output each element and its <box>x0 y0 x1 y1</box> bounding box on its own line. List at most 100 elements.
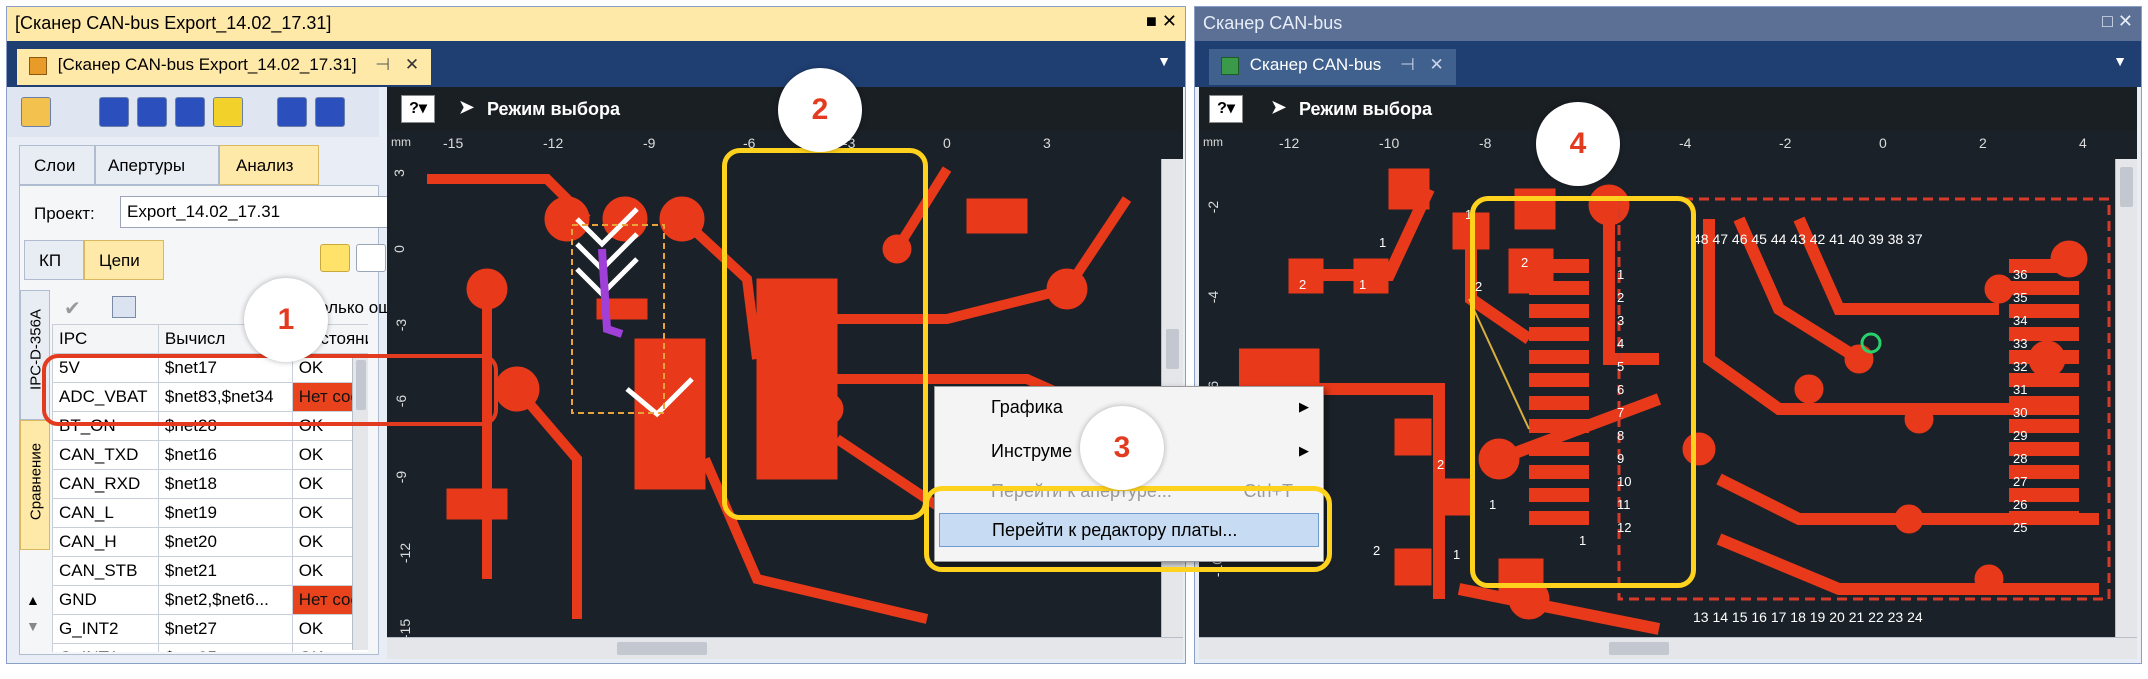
tab-layers[interactable]: Слои <box>19 145 95 185</box>
side-tab-compare[interactable]: Сравнение <box>20 420 50 550</box>
board-icon[interactable] <box>277 97 307 127</box>
pin-label: 32 <box>2013 359 2028 374</box>
table-row[interactable]: G_INT2 $net27 OK <box>52 614 368 644</box>
pcb-ic <box>634 338 706 490</box>
clear-filter-icon[interactable] <box>112 296 136 318</box>
cell-ipc: CAN_TXD <box>52 440 159 470</box>
cell-computed: $net2,$net6... <box>157 585 293 615</box>
cell-computed: $net21 <box>157 556 293 586</box>
annotation-badge-2: 2 <box>778 68 862 152</box>
tab-apertures[interactable]: Апертуры <box>95 145 219 185</box>
left-window-title-bar[interactable]: [Сканер CAN-bus Export_14.02_17.31] ■ ✕ <box>7 7 1185 41</box>
panel-tabs: Слои Апертуры Анализ <box>19 145 379 185</box>
pin-label: 28 <box>2013 451 2028 466</box>
close-tab-icon[interactable]: ✕ <box>1430 55 1444 74</box>
target-icon[interactable] <box>315 97 345 127</box>
annotation-ring-3 <box>924 486 1332 572</box>
pcb-pad-smd <box>446 488 508 520</box>
help-icon[interactable]: ?▾ <box>401 95 435 123</box>
submenu-arrow-icon: ▶ <box>1299 399 1309 414</box>
pin-label: 29 <box>2013 428 2028 443</box>
table-row[interactable]: GND$net2,$net6...Нет соединения <box>52 585 368 615</box>
ruler-tick-label: 2 <box>1979 135 1987 151</box>
table-row[interactable]: CAN_STB $net21 OK <box>52 556 368 586</box>
pin-label: 35 <box>2013 290 2028 305</box>
table-row[interactable]: CAN_L $net19 OK <box>52 498 368 528</box>
pad-label: 2 <box>1437 457 1445 472</box>
ruler-tick-label: -4 <box>1679 135 1692 151</box>
right-window-controls[interactable]: □ ✕ <box>2102 11 2133 32</box>
ruler-tick-label: -12 <box>397 542 414 564</box>
left-canvas-hscroll[interactable] <box>387 637 1183 659</box>
pad-label: 1 <box>1359 277 1367 292</box>
pin-label: 31 <box>2013 382 2028 397</box>
scroll-up-arrow-icon[interactable]: ▲ <box>26 592 40 608</box>
left-doc-tab[interactable]: [Сканер CAN-bus Export_14.02_17.31] ⊣ ✕ <box>17 49 432 85</box>
ruler-tick-label: -9 <box>643 135 656 151</box>
pin-label: 33 <box>2013 336 2028 351</box>
highlight-toggle-icon[interactable] <box>320 244 350 272</box>
subtab-pads[interactable]: КП <box>24 240 84 280</box>
right-tabbar-menu-icon[interactable]: ▼ <box>2113 53 2127 69</box>
help-icon[interactable]: ?▾ <box>1209 95 1243 123</box>
pcb-pad <box>1794 374 1824 404</box>
via-marker <box>1860 332 1882 354</box>
cell-ipc: CAN_H <box>52 527 159 557</box>
table-row[interactable]: CAN_RXD $net18 OK <box>52 469 368 499</box>
cell-computed: $net18 <box>157 469 293 499</box>
tab-analysis[interactable]: Анализ <box>219 145 319 185</box>
table-row[interactable]: CAN_H $net20 OK <box>52 527 368 557</box>
subtab-nets[interactable]: Цепи <box>84 240 164 280</box>
scroll-down-arrow-icon[interactable]: ▼ <box>26 618 40 634</box>
ruler-tick-label: 3 <box>1043 135 1051 151</box>
ruler-tick-label: -8 <box>1479 135 1492 151</box>
cursor-icon: ➤ <box>1271 97 1287 117</box>
right-canvas-vscroll-thumb[interactable] <box>2120 167 2133 207</box>
cell-ipc: G_INT1 <box>52 643 159 652</box>
col-ipc[interactable]: IPC <box>52 324 159 354</box>
check-icon[interactable]: ✔ <box>64 296 81 321</box>
project-label: Проект: <box>34 204 95 223</box>
cell-ipc: GND <box>52 585 159 615</box>
pin-label: 34 <box>2013 313 2028 328</box>
close-tab-icon[interactable]: ✕ <box>405 55 419 74</box>
cell-ipc: CAN_L <box>52 498 159 528</box>
right-window-title: Сканер CAN-bus <box>1203 13 1343 33</box>
right-canvas-vscroll[interactable] <box>2115 159 2137 637</box>
pcb-pad-smd <box>1394 418 1432 456</box>
pin-icon[interactable]: ⊣ <box>1400 55 1415 74</box>
left-tabbar-menu-icon[interactable]: ▼ <box>1157 53 1171 69</box>
pin-label: 25 <box>2013 520 2028 535</box>
cell-computed: $net27 <box>157 614 293 644</box>
ruler-tick-label: 4 <box>2079 135 2087 151</box>
left-window-controls[interactable]: ■ ✕ <box>1146 11 1177 32</box>
net-tool-icon[interactable] <box>137 97 167 127</box>
pin-label: 36 <box>2013 267 2028 282</box>
pad-label: 1 <box>1453 547 1461 562</box>
right-h-ruler: mm -12-10-8-6-4-2024 <box>1199 131 2137 159</box>
table-row[interactable]: CAN_TXD $net16 OK <box>52 440 368 470</box>
annotation-badge-3: 3 <box>1080 406 1164 490</box>
right-mode-label: Режим выбора <box>1299 99 1433 119</box>
table-row[interactable]: G_INT1$net25OK <box>52 643 368 652</box>
pad-label: 2 <box>1299 277 1307 292</box>
pcb-trace <box>1062 196 1132 292</box>
right-canvas-toolbar: ?▾ ➤ Режим выбора <box>1199 87 2137 131</box>
display-mode-icon[interactable] <box>356 244 386 272</box>
bottom-pin-labels: 13 14 15 16 17 18 19 20 21 22 23 24 <box>1693 609 1923 625</box>
submenu-arrow-icon: ▶ <box>1299 443 1309 458</box>
right-canvas-hscroll[interactable] <box>1199 637 2137 659</box>
open-folder-icon[interactable] <box>21 97 51 127</box>
menu-item-tools-label: Инструме <box>991 441 1073 461</box>
left-canvas-vscroll-thumb[interactable] <box>1166 329 1179 369</box>
layers-icon[interactable] <box>99 97 129 127</box>
right-canvas-hscroll-thumb[interactable] <box>1609 642 1669 655</box>
right-window-title-bar[interactable]: Сканер CAN-bus □ ✕ <box>1195 7 2141 41</box>
ruler-tick-label: 0 <box>1879 135 1887 151</box>
left-canvas-hscroll-thumb[interactable] <box>617 642 707 655</box>
flip-icon[interactable] <box>175 97 205 127</box>
pcb-pad-smd <box>966 198 1028 234</box>
pin-icon[interactable]: ⊣ <box>375 55 390 74</box>
pad-icon[interactable] <box>213 97 243 127</box>
right-doc-tab[interactable]: Сканер CAN-bus ⊣ ✕ <box>1209 49 1456 85</box>
